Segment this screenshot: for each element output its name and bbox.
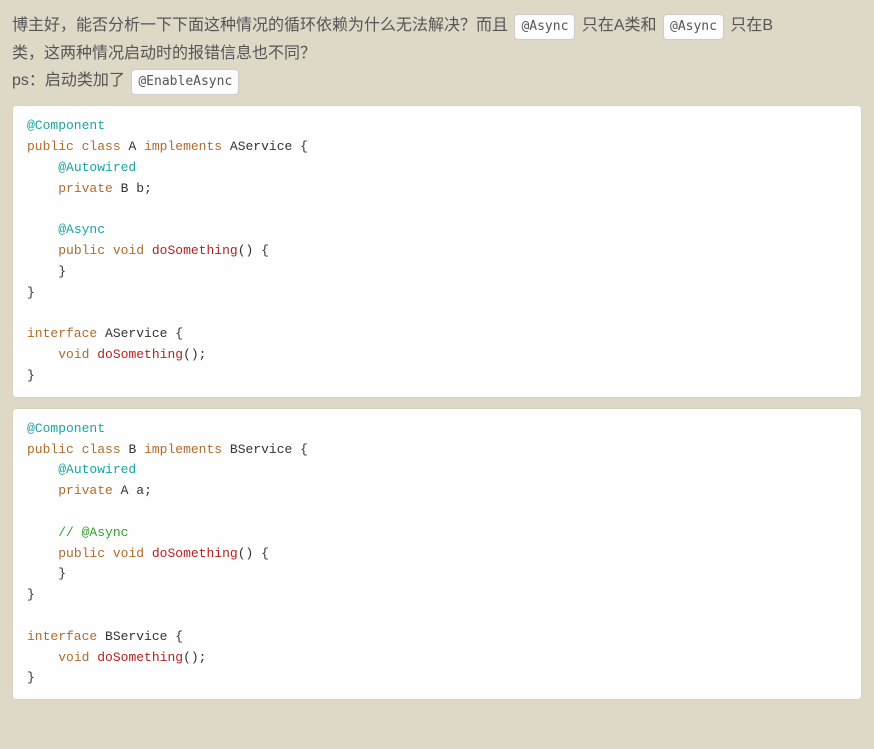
keyword-void: void xyxy=(113,243,144,258)
field-type-a: A xyxy=(121,483,129,498)
interface-name-bservice: BService xyxy=(105,629,167,644)
q-line1-part1: 博主好，能否分析一下下面这种情况的循环依赖为什么无法解决？而且 xyxy=(12,17,512,34)
q-line1-part3: 只在B xyxy=(726,17,773,34)
keyword-interface: interface xyxy=(27,326,97,341)
method-dosomething: doSomething xyxy=(152,546,238,561)
annotation-component: @Component xyxy=(27,118,105,133)
keyword-public: public xyxy=(27,139,74,154)
annotation-async: @Async xyxy=(58,222,105,237)
field-name-a: a xyxy=(136,483,144,498)
keyword-implements: implements xyxy=(144,442,222,457)
interface-ref-aservice: AService xyxy=(230,139,292,154)
keyword-public: public xyxy=(27,442,74,457)
inline-code-async-2: @Async xyxy=(663,14,724,40)
code-block-class-a: @Component public class A implements ASe… xyxy=(12,105,862,397)
keyword-private: private xyxy=(58,181,113,196)
keyword-interface: interface xyxy=(27,629,97,644)
question-text: 博主好，能否分析一下下面这种情况的循环依赖为什么无法解决？而且 @Async 只… xyxy=(12,12,862,95)
interface-method-dosomething: doSomething xyxy=(97,650,183,665)
interface-method-dosomething: doSomething xyxy=(97,347,183,362)
keyword-implements: implements xyxy=(144,139,222,154)
class-name-b: B xyxy=(128,442,136,457)
q-line3-prefix: ps：启动类加了 xyxy=(12,72,129,89)
keyword-class: class xyxy=(82,442,121,457)
field-type-b: B xyxy=(121,181,129,196)
annotation-component: @Component xyxy=(27,421,105,436)
keyword-private: private xyxy=(58,483,113,498)
annotation-autowired: @Autowired xyxy=(58,160,136,175)
annotation-autowired: @Autowired xyxy=(58,462,136,477)
keyword-void: void xyxy=(58,650,89,665)
q-line1-part2: 只在A类和 xyxy=(577,17,661,34)
commented-out-async: // @Async xyxy=(58,525,128,540)
inline-code-enable-async: @EnableAsync xyxy=(131,69,239,95)
keyword-public: public xyxy=(58,243,105,258)
keyword-class: class xyxy=(82,139,121,154)
code-block-class-b: @Component public class B implements BSe… xyxy=(12,408,862,700)
keyword-void: void xyxy=(113,546,144,561)
interface-name-aservice: AService xyxy=(105,326,167,341)
interface-ref-bservice: BService xyxy=(230,442,292,457)
inline-code-async-1: @Async xyxy=(514,14,575,40)
method-dosomething: doSomething xyxy=(152,243,238,258)
q-line2: 类，这两种情况启动时的报错信息也不同？ xyxy=(12,45,316,62)
keyword-void: void xyxy=(58,347,89,362)
field-name-b: b xyxy=(136,181,144,196)
keyword-public: public xyxy=(58,546,105,561)
class-name-a: A xyxy=(128,139,136,154)
